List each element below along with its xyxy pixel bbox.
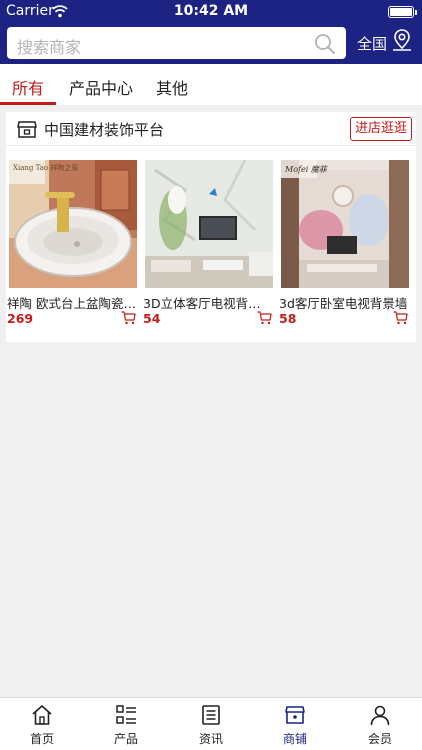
tabbar-label: 首页 xyxy=(29,732,54,746)
bottom-tab-bar: 首页 产品 资讯 商铺 会员 xyxy=(0,697,422,750)
home-icon xyxy=(32,705,52,725)
search-icon[interactable] xyxy=(314,33,336,55)
search-placeholder: 搜索商家 xyxy=(17,38,82,57)
tabbar-item-news[interactable]: 资讯 xyxy=(169,698,253,750)
tabbar-item-member[interactable]: 会员 xyxy=(338,698,422,750)
svg-text:Xiang Tao 祥陶之家: Xiang Tao 祥陶之家 xyxy=(13,163,78,172)
product-name[interactable]: 3d客厅卧室电视背景墙 xyxy=(279,293,409,312)
product-item[interactable]: Mofei 魔菲 3d客厅卧室电视背景墙 58 xyxy=(279,160,409,326)
product-price: 269 xyxy=(7,311,34,326)
news-icon xyxy=(202,705,220,725)
tab-product-center[interactable]: 产品中心 xyxy=(69,75,133,99)
user-icon xyxy=(370,705,390,726)
tabbar-label: 会员 xyxy=(367,732,392,746)
tabbar-item-products[interactable]: 产品 xyxy=(84,698,168,750)
tabbar-label: 商铺 xyxy=(282,732,307,746)
search-input[interactable]: 搜索商家 xyxy=(7,27,346,59)
tab-other[interactable]: 其他 xyxy=(156,75,188,99)
store-header[interactable]: 中国建材装饰平台 进店逛逛 xyxy=(6,112,416,146)
store-icon xyxy=(17,121,37,138)
store-card: 中国建材装饰平台 进店逛逛 Xiang Tao 祥陶之家 祥陶 欧式台上盆陶瓷洗… xyxy=(6,112,416,342)
clock: 10:42 AM xyxy=(173,3,249,19)
enter-store-button[interactable]: 进店逛逛 xyxy=(350,117,412,141)
store-icon xyxy=(285,706,305,724)
product-name[interactable]: 祥陶 欧式台上盆陶瓷洗手盆 xyxy=(7,293,137,312)
tabbar-item-home[interactable]: 首页 xyxy=(0,698,84,750)
search-header: 搜索商家 全国 xyxy=(0,24,422,64)
active-tab-indicator xyxy=(0,102,56,105)
product-image[interactable]: Mofei 魔菲 xyxy=(281,160,409,288)
product-item[interactable]: 3D立体客厅电视背景墙 54 xyxy=(143,160,273,326)
product-price: 58 xyxy=(279,311,297,326)
cart-icon[interactable] xyxy=(121,311,136,325)
product-name[interactable]: 3D立体客厅电视背景墙 xyxy=(143,293,273,312)
category-tabs: 所有 产品中心 其他 xyxy=(0,64,422,105)
store-name: 中国建材装饰平台 xyxy=(44,121,165,139)
tabbar-label: 资讯 xyxy=(198,732,223,746)
tabbar-item-stores[interactable]: 商铺 xyxy=(253,698,337,750)
tabbar-label: 产品 xyxy=(113,732,138,746)
product-image[interactable]: Xiang Tao 祥陶之家 xyxy=(9,160,137,288)
status-bar: Carrier 10:42 AM xyxy=(0,0,422,24)
battery-icon xyxy=(388,6,417,18)
cart-icon[interactable] xyxy=(257,311,272,325)
cart-icon[interactable] xyxy=(393,311,408,325)
location-pin-icon[interactable] xyxy=(390,28,414,52)
product-price: 54 xyxy=(143,311,161,326)
region-selector[interactable]: 全国 xyxy=(357,33,387,54)
tab-all[interactable]: 所有 xyxy=(12,75,44,99)
product-item[interactable]: Xiang Tao 祥陶之家 祥陶 欧式台上盆陶瓷洗手盆 269 xyxy=(7,160,137,326)
list-icon xyxy=(116,705,136,724)
svg-text:Mofei 魔菲: Mofei 魔菲 xyxy=(284,165,329,174)
product-image[interactable] xyxy=(145,160,273,288)
